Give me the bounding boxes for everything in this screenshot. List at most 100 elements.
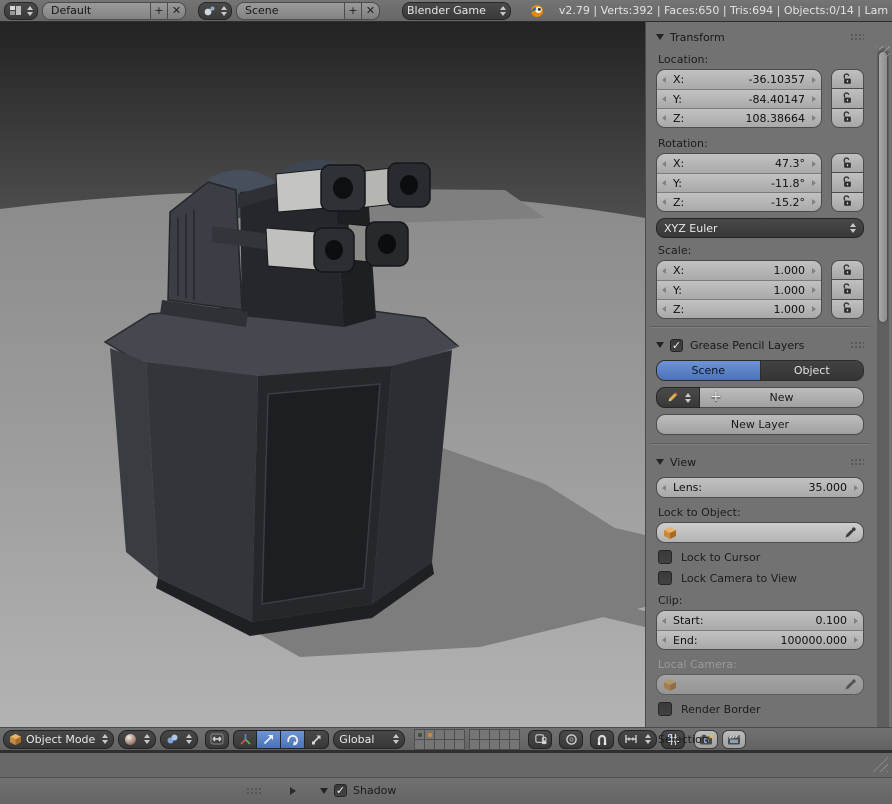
viewport-shading-selector[interactable] xyxy=(118,730,156,749)
lock-rz-button[interactable] xyxy=(831,193,864,212)
scale-manipulator-button[interactable] xyxy=(305,730,329,749)
snap-element-selector[interactable] xyxy=(618,730,657,749)
rotation-x-field[interactable]: X: 47.3° xyxy=(657,154,821,173)
shadow-panel-header[interactable]: ✓ Shadow xyxy=(320,784,396,797)
grease-pencil-checkbox[interactable]: ✓ xyxy=(670,339,683,352)
render-engine-selector[interactable]: Blender Game xyxy=(402,2,511,20)
rotation-mode-selector[interactable]: XYZ Euler xyxy=(656,218,864,238)
orientation-selector[interactable]: Global xyxy=(333,730,405,749)
render-border-checkbox[interactable] xyxy=(658,702,672,716)
rotate-manipulator-button[interactable] xyxy=(281,730,305,749)
increment-arrow-icon[interactable] xyxy=(812,77,816,83)
add-layout-button[interactable]: + xyxy=(150,2,168,20)
transform-panel-header[interactable]: Transform xyxy=(656,26,864,48)
region-resize-grip[interactable] xyxy=(873,757,888,772)
increment-arrow-icon[interactable] xyxy=(854,618,858,624)
scene-browse-selector[interactable] xyxy=(198,2,232,20)
increment-arrow-icon[interactable] xyxy=(812,199,816,205)
lock-ry-button[interactable] xyxy=(831,173,864,192)
lock-z-button[interactable] xyxy=(831,109,864,128)
shadow-checkbox[interactable]: ✓ xyxy=(334,784,347,797)
decrement-arrow-icon[interactable] xyxy=(662,180,666,186)
eyedropper-icon[interactable] xyxy=(844,678,857,691)
proportional-edit-button[interactable] xyxy=(559,730,583,749)
increment-arrow-icon[interactable] xyxy=(812,268,816,274)
location-x-field[interactable]: X: -36.10357 xyxy=(657,70,821,89)
pivot-point-selector[interactable] xyxy=(160,730,198,749)
scale-y-field[interactable]: Y: 1.000 xyxy=(657,280,821,299)
increment-arrow-icon[interactable] xyxy=(812,161,816,167)
rotation-y-field[interactable]: Y: -11.8° xyxy=(657,173,821,192)
decrement-arrow-icon[interactable] xyxy=(662,115,666,121)
location-z-field[interactable]: Z: 108.38664 xyxy=(657,108,821,127)
delete-scene-button[interactable]: ✕ xyxy=(362,2,380,20)
layer-grid-1[interactable] xyxy=(414,729,464,749)
increment-arrow-icon[interactable] xyxy=(812,180,816,186)
mode-selector[interactable]: Object Mode xyxy=(3,730,114,749)
grease-pencil-panel-header[interactable]: ✓ Grease Pencil Layers xyxy=(656,334,864,356)
increment-arrow-icon[interactable] xyxy=(812,306,816,312)
decrement-arrow-icon[interactable] xyxy=(662,199,666,205)
scene-name-field[interactable]: Scene xyxy=(236,2,344,20)
increment-arrow-icon[interactable] xyxy=(812,287,816,293)
view-panel-header[interactable]: View xyxy=(656,451,864,473)
editor-type-selector[interactable] xyxy=(4,2,38,20)
lock-sy-button[interactable] xyxy=(831,280,864,299)
increment-arrow-icon[interactable] xyxy=(812,96,816,102)
scale-x-field[interactable]: X: 1.000 xyxy=(657,261,821,280)
local-camera-field[interactable] xyxy=(656,674,864,695)
lock-rx-button[interactable] xyxy=(831,153,864,173)
increment-arrow-icon[interactable] xyxy=(854,485,858,491)
scrollbar-thumb[interactable] xyxy=(878,51,888,323)
collapsed-panel-arrow-icon[interactable] xyxy=(290,787,296,795)
snap-magnet-button[interactable] xyxy=(590,730,614,749)
lock-camera-checkbox[interactable] xyxy=(658,571,672,585)
render-border-row[interactable]: Render Border xyxy=(658,702,864,716)
clip-start-field[interactable]: Start: 0.100 xyxy=(657,611,863,630)
decrement-arrow-icon[interactable] xyxy=(662,268,666,274)
lock-sz-button[interactable] xyxy=(831,300,864,319)
panel-drag-handle[interactable] xyxy=(246,787,262,795)
lock-to-cursor-row[interactable]: Lock to Cursor xyxy=(658,550,864,564)
lock-camera-row[interactable]: Lock Camera to View xyxy=(658,571,864,585)
axis-tripod-button[interactable] xyxy=(233,730,257,749)
translate-manipulator-button[interactable] xyxy=(257,730,281,749)
decrement-arrow-icon[interactable] xyxy=(662,637,666,643)
layer-grid-2[interactable] xyxy=(469,729,519,749)
add-scene-button[interactable]: + xyxy=(344,2,362,20)
decrement-arrow-icon[interactable] xyxy=(662,287,666,293)
eyedropper-icon[interactable] xyxy=(844,526,857,539)
screen-layout-field[interactable]: Default xyxy=(42,2,150,20)
npanel-scrollbar[interactable] xyxy=(877,48,889,744)
manipulator-toggle-button[interactable] xyxy=(205,730,229,749)
delete-layout-button[interactable]: ✕ xyxy=(168,2,186,20)
rotation-z-field[interactable]: Z: -15.2° xyxy=(657,192,821,211)
increment-arrow-icon[interactable] xyxy=(812,115,816,121)
viewport-3d[interactable] xyxy=(0,22,645,727)
tab-object[interactable]: Object xyxy=(760,361,864,380)
decrement-arrow-icon[interactable] xyxy=(662,306,666,312)
decrement-arrow-icon[interactable] xyxy=(662,161,666,167)
lock-to-object-field[interactable] xyxy=(656,522,864,543)
panel-drag-handle[interactable] xyxy=(850,458,864,465)
location-y-field[interactable]: Y: -84.40147 xyxy=(657,89,821,108)
scale-z-field[interactable]: Z: 1.000 xyxy=(657,299,821,318)
decrement-arrow-icon[interactable] xyxy=(662,77,666,83)
decrement-arrow-icon[interactable] xyxy=(662,96,666,102)
lock-y-button[interactable] xyxy=(831,89,864,108)
panel-drag-handle[interactable] xyxy=(850,341,864,348)
grease-pencil-new-button[interactable]: + New xyxy=(700,387,864,408)
opengl-render-animation-button[interactable] xyxy=(722,730,746,749)
lock-to-scene-button[interactable] xyxy=(528,730,552,749)
clip-end-field[interactable]: End: 100000.000 xyxy=(657,630,863,649)
increment-arrow-icon[interactable] xyxy=(854,637,858,643)
grease-pencil-data-selector[interactable] xyxy=(656,387,700,408)
new-layer-button[interactable]: New Layer xyxy=(656,414,864,435)
decrement-arrow-icon[interactable] xyxy=(662,485,666,491)
tab-scene[interactable]: Scene xyxy=(657,361,760,380)
panel-drag-handle[interactable] xyxy=(850,33,864,40)
lock-x-button[interactable] xyxy=(831,69,864,89)
lock-sx-button[interactable] xyxy=(831,260,864,280)
decrement-arrow-icon[interactable] xyxy=(662,618,666,624)
lens-field[interactable]: Lens: 35.000 xyxy=(657,478,863,497)
